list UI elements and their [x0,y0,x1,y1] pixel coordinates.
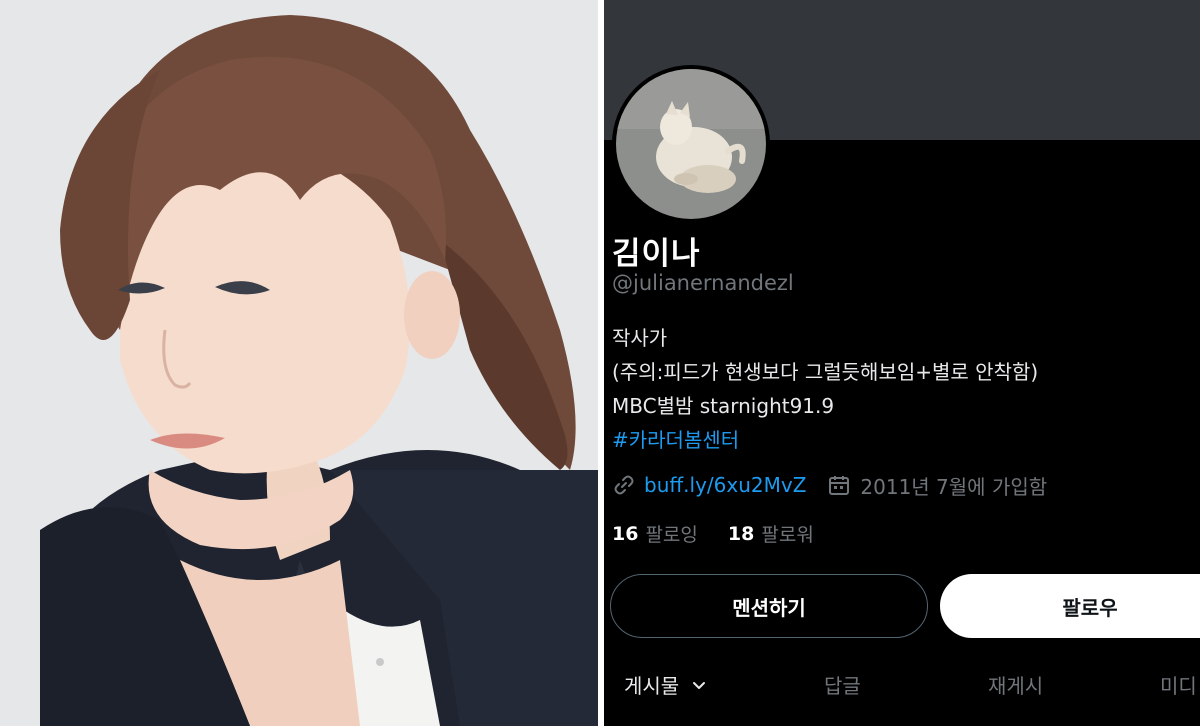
tab-posts-label: 게시물 [624,674,680,698]
followers-count[interactable]: 18 [728,523,754,545]
tab-posts[interactable]: 게시물 [624,670,707,699]
bio-line-occupation: 작사가 [612,326,668,350]
bio-line-radio: MBC별밤 starnight91.9 [612,394,835,418]
profile-bio: 작사가 (주의:피드가 현생보다 그럴듯해보임+별로 안착함) MBC별밤 st… [612,321,1038,457]
join-date: 2011년 7월에 가입함 [860,474,1048,499]
display-name: 김이나 [612,236,701,272]
link-icon [614,475,634,495]
tab-media[interactable]: 미디 [1160,670,1197,699]
chevron-down-icon[interactable] [691,677,707,693]
tab-media-label: 미디 [1160,674,1197,698]
profile-panel: 김이나 @julianernandezl 작사가 (주의:피드가 현생보다 그럴… [604,0,1200,726]
followers-label[interactable]: 팔로워 [761,520,813,547]
composite-image: 김이나 @julianernandezl 작사가 (주의:피드가 현생보다 그럴… [0,0,1200,726]
cat-avatar-image [616,69,766,219]
bio-line-note: (주의:피드가 현생보다 그럴듯해보임+별로 안착함) [612,360,1039,384]
tab-reposts[interactable]: 재게시 [988,670,1043,699]
mention-button[interactable]: 멘션하기 [610,574,928,638]
following-label[interactable]: 팔로잉 [645,520,697,547]
profile-meta: buff.ly/6xu2MvZ 2011년 7월에 가입함 [612,470,1047,500]
profile-tabs: 게시물 답글 재게시 미디 [604,650,1200,726]
tab-replies-label: 답글 [824,674,861,698]
tab-replies[interactable]: 답글 [824,670,861,699]
follow-button[interactable]: 팔로우 [940,574,1200,638]
follow-stats: 16 팔로잉 18 팔로워 [612,520,844,547]
user-handle: @julianernandezl [612,271,794,295]
tab-reposts-label: 재게시 [988,674,1044,698]
following-count[interactable]: 16 [612,523,638,545]
calendar-icon [829,476,850,495]
portrait-photo [0,0,598,726]
bio-hashtag-link[interactable]: #카라더봄센터 [612,423,1038,457]
portrait-illustration [0,0,598,726]
profile-avatar[interactable] [612,65,770,223]
website-link[interactable]: buff.ly/6xu2MvZ [644,473,806,497]
